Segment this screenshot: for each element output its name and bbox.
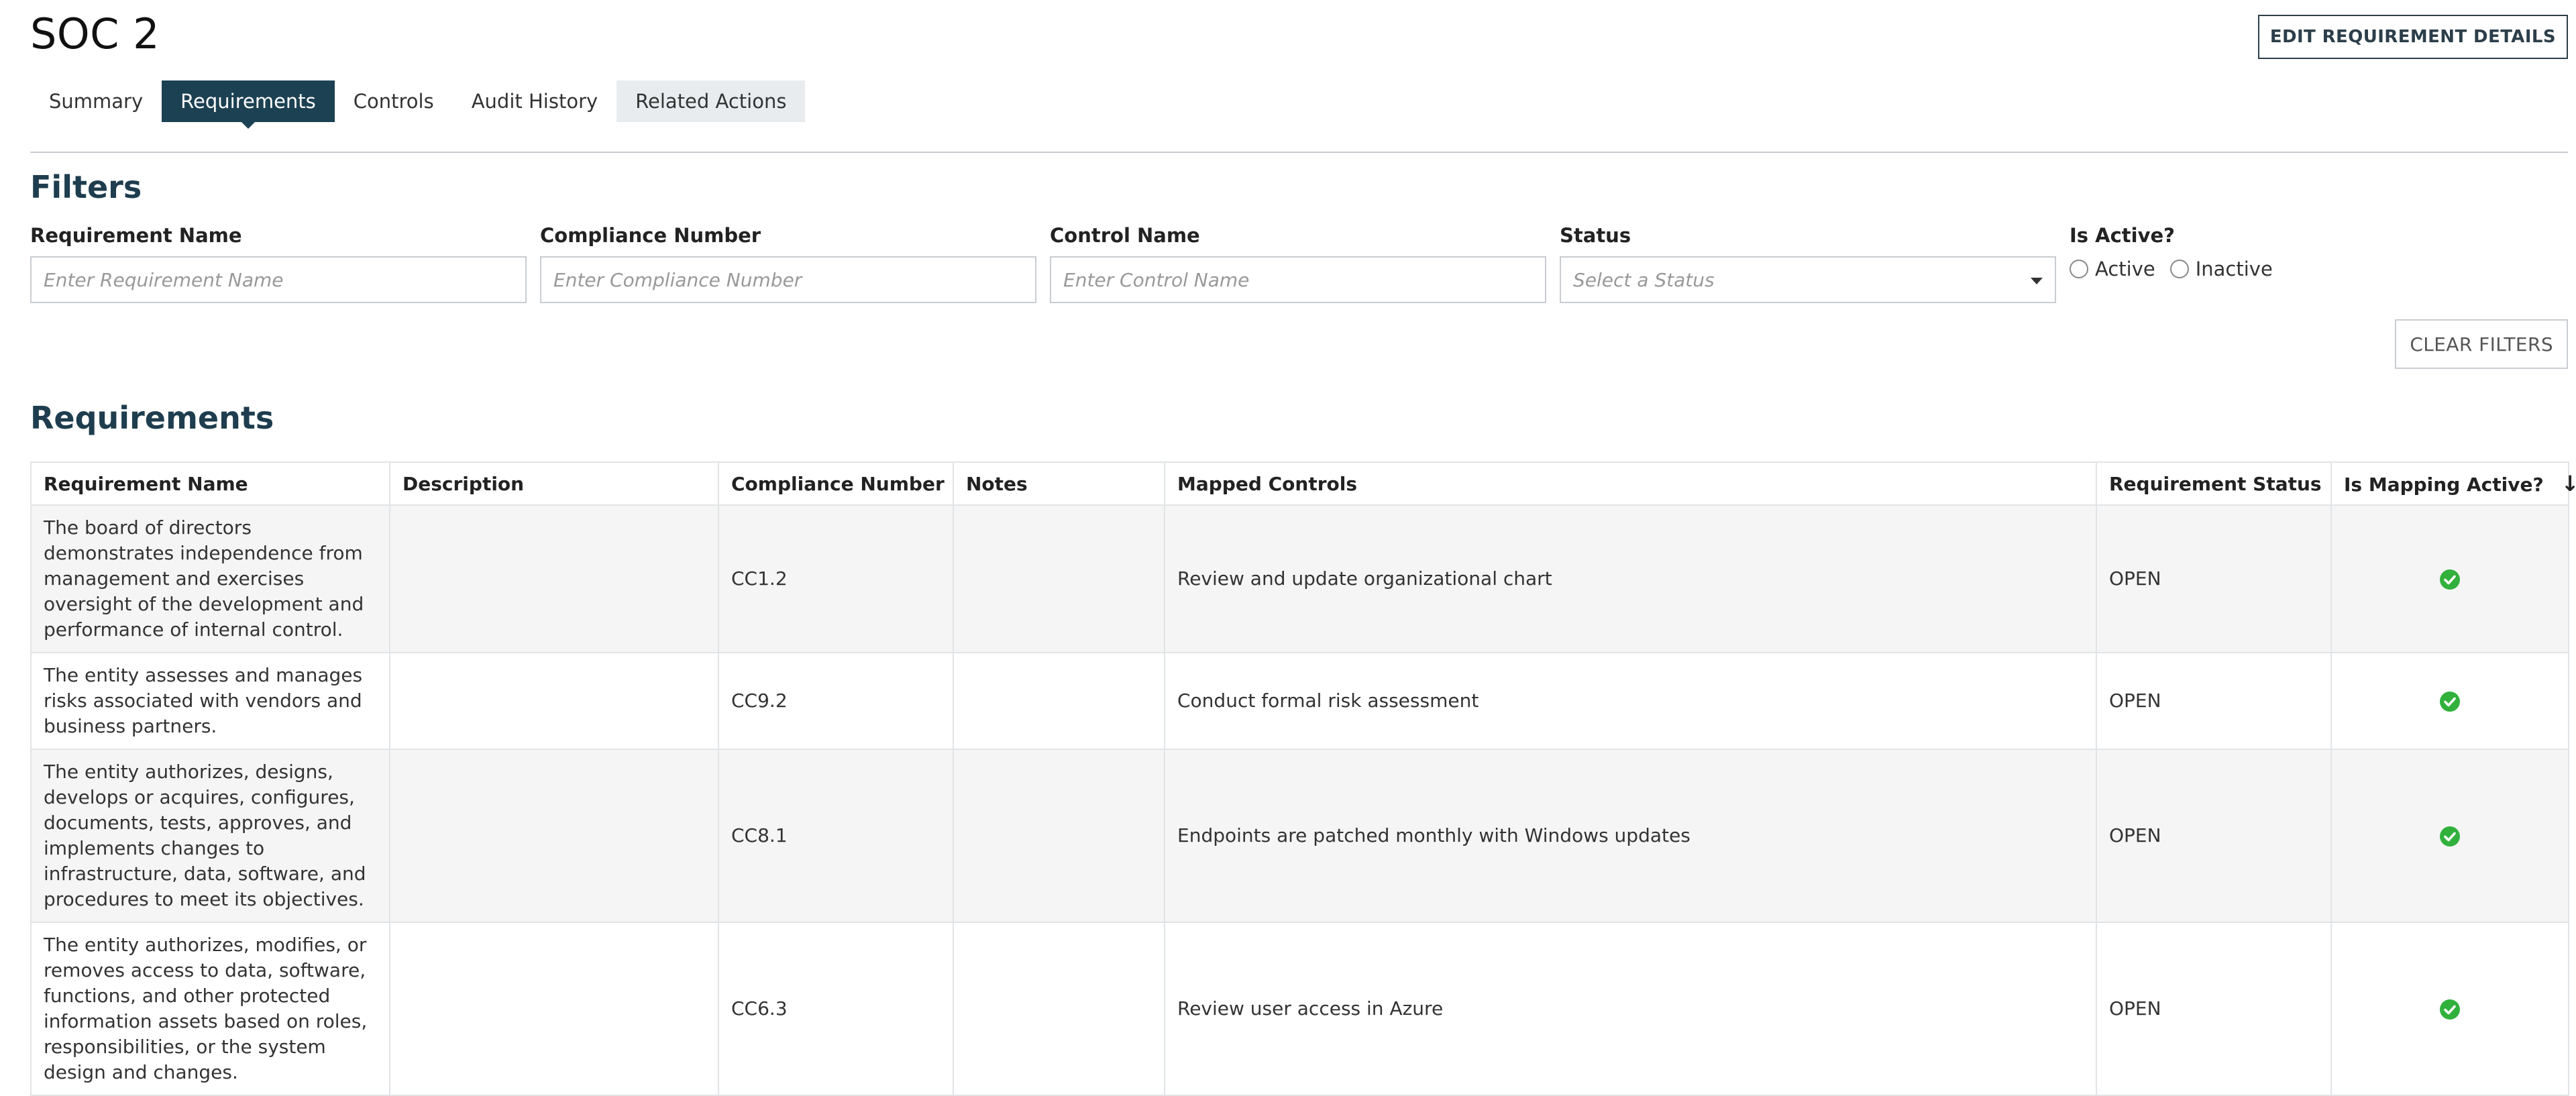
table-header-row: Requirement Name Description Compliance … [30,461,2576,506]
column-header-is-mapping-active[interactable]: Is Mapping Active? ↓ [2330,461,2576,506]
compliance-number-filter: Compliance Number [540,224,1036,303]
is-active-radio-group: Active Inactive [2070,258,2405,280]
table-row[interactable]: The board of directors demonstrates inde… [30,504,2569,653]
status-filter: Status Select a Status [1560,224,2056,303]
mapping-active-cell [2330,922,2569,1096]
active-radio[interactable]: Active [2070,258,2155,280]
is-active-filter: Is Active? Active Inactive [2070,224,2405,280]
requirement-name-filter: Requirement Name [30,224,527,303]
mapping-active-cell [2330,504,2569,653]
notes-cell [953,504,1165,653]
compliance-number-cell: CC6.3 [718,922,954,1096]
mapped-controls-cell: Review user access in Azure [1164,922,2097,1096]
tab-related-actions[interactable]: Related Actions [616,80,806,122]
inactive-radio[interactable]: Inactive [2169,258,2273,280]
description-cell [389,749,719,923]
radio-circle-icon[interactable] [2169,260,2189,278]
compliance-number-cell: CC9.2 [718,652,954,750]
mapped-controls-cell: Endpoints are patched monthly with Windo… [1164,749,2097,923]
mapping-active-cell [2330,749,2569,923]
status-label: Status [1560,224,1631,247]
notes-cell [953,652,1165,750]
edit-requirement-details-button[interactable]: EDIT REQUIREMENT DETAILS [2257,15,2568,59]
requirement-status-cell: OPEN [2096,504,2332,653]
compliance-number-cell: CC8.1 [718,749,954,923]
control-name-filter: Control Name [1050,224,1546,303]
table-row[interactable]: The entity authorizes, designs, develops… [30,749,2569,923]
requirement-name-cell: The board of directors demonstrates inde… [30,504,390,653]
column-header-compliance-number[interactable]: Compliance Number [718,461,954,506]
requirements-table-wrapper: Requirement Name Description Compliance … [30,461,2576,1096]
page-title: SOC 2 [30,9,160,58]
description-cell [389,922,719,1096]
check-circle-icon [2440,999,2460,1020]
requirement-status-cell: OPEN [2096,652,2332,750]
notes-cell [953,749,1165,923]
notes-cell [953,922,1165,1096]
requirement-name-input[interactable] [30,256,527,303]
radio-circle-icon[interactable] [2070,260,2088,278]
requirement-status-cell: OPEN [2096,922,2332,1096]
requirement-name-cell: The entity authorizes, modifies, or remo… [30,922,390,1096]
control-name-input[interactable] [1050,256,1546,303]
tab-bar: Summary Requirements Controls Audit Hist… [30,80,806,129]
check-circle-icon [2440,692,2460,712]
is-mapping-active-label: Is Mapping Active? [2344,474,2544,496]
tab-divider [30,152,2568,153]
requirement-name-cell: The entity assesses and manages risks as… [30,652,390,750]
requirements-heading: Requirements [30,400,274,436]
status-select[interactable]: Select a Status [1560,256,2056,303]
mapped-controls-cell: Review and update organizational chart [1164,504,2097,653]
arrow-down-icon[interactable]: ↓ [2561,471,2576,496]
description-cell [389,504,719,653]
tab-controls[interactable]: Controls [335,80,453,122]
caret-down-icon [2031,278,2043,284]
column-header-description[interactable]: Description [389,461,719,506]
column-header-requirement-status[interactable]: Requirement Status [2096,461,2332,506]
filters-heading: Filters [30,169,142,205]
is-active-label: Is Active? [2070,224,2175,247]
tab-audit-history[interactable]: Audit History [453,80,616,122]
tab-requirements[interactable]: Requirements [162,80,335,129]
inactive-radio-label: Inactive [2195,258,2273,280]
table-row[interactable]: The entity assesses and manages risks as… [30,652,2569,750]
description-cell [389,652,719,750]
column-header-notes[interactable]: Notes [953,461,1165,506]
column-header-requirement-name[interactable]: Requirement Name [30,461,390,506]
tab-summary[interactable]: Summary [30,80,162,122]
requirement-status-cell: OPEN [2096,749,2332,923]
compliance-number-cell: CC1.2 [718,504,954,653]
requirement-name-label: Requirement Name [30,224,242,247]
compliance-number-label: Compliance Number [540,224,761,247]
clear-filters-button[interactable]: CLEAR FILTERS [2395,319,2568,369]
control-name-label: Control Name [1050,224,1200,247]
check-circle-icon [2440,826,2460,846]
active-radio-label: Active [2095,258,2155,280]
requirements-table: Requirement Name Description Compliance … [30,461,2576,1096]
mapping-active-cell [2330,652,2569,750]
status-select-placeholder: Select a Status [1573,268,1715,291]
mapped-controls-cell: Conduct formal risk assessment [1164,652,2097,750]
table-row[interactable]: The entity authorizes, modifies, or remo… [30,922,2569,1096]
column-header-mapped-controls[interactable]: Mapped Controls [1164,461,2097,506]
check-circle-icon [2440,569,2460,590]
requirement-name-cell: The entity authorizes, designs, develops… [30,749,390,923]
page: SOC 2 EDIT REQUIREMENT DETAILS Summary R… [0,0,2576,1096]
compliance-number-input[interactable] [540,256,1036,303]
